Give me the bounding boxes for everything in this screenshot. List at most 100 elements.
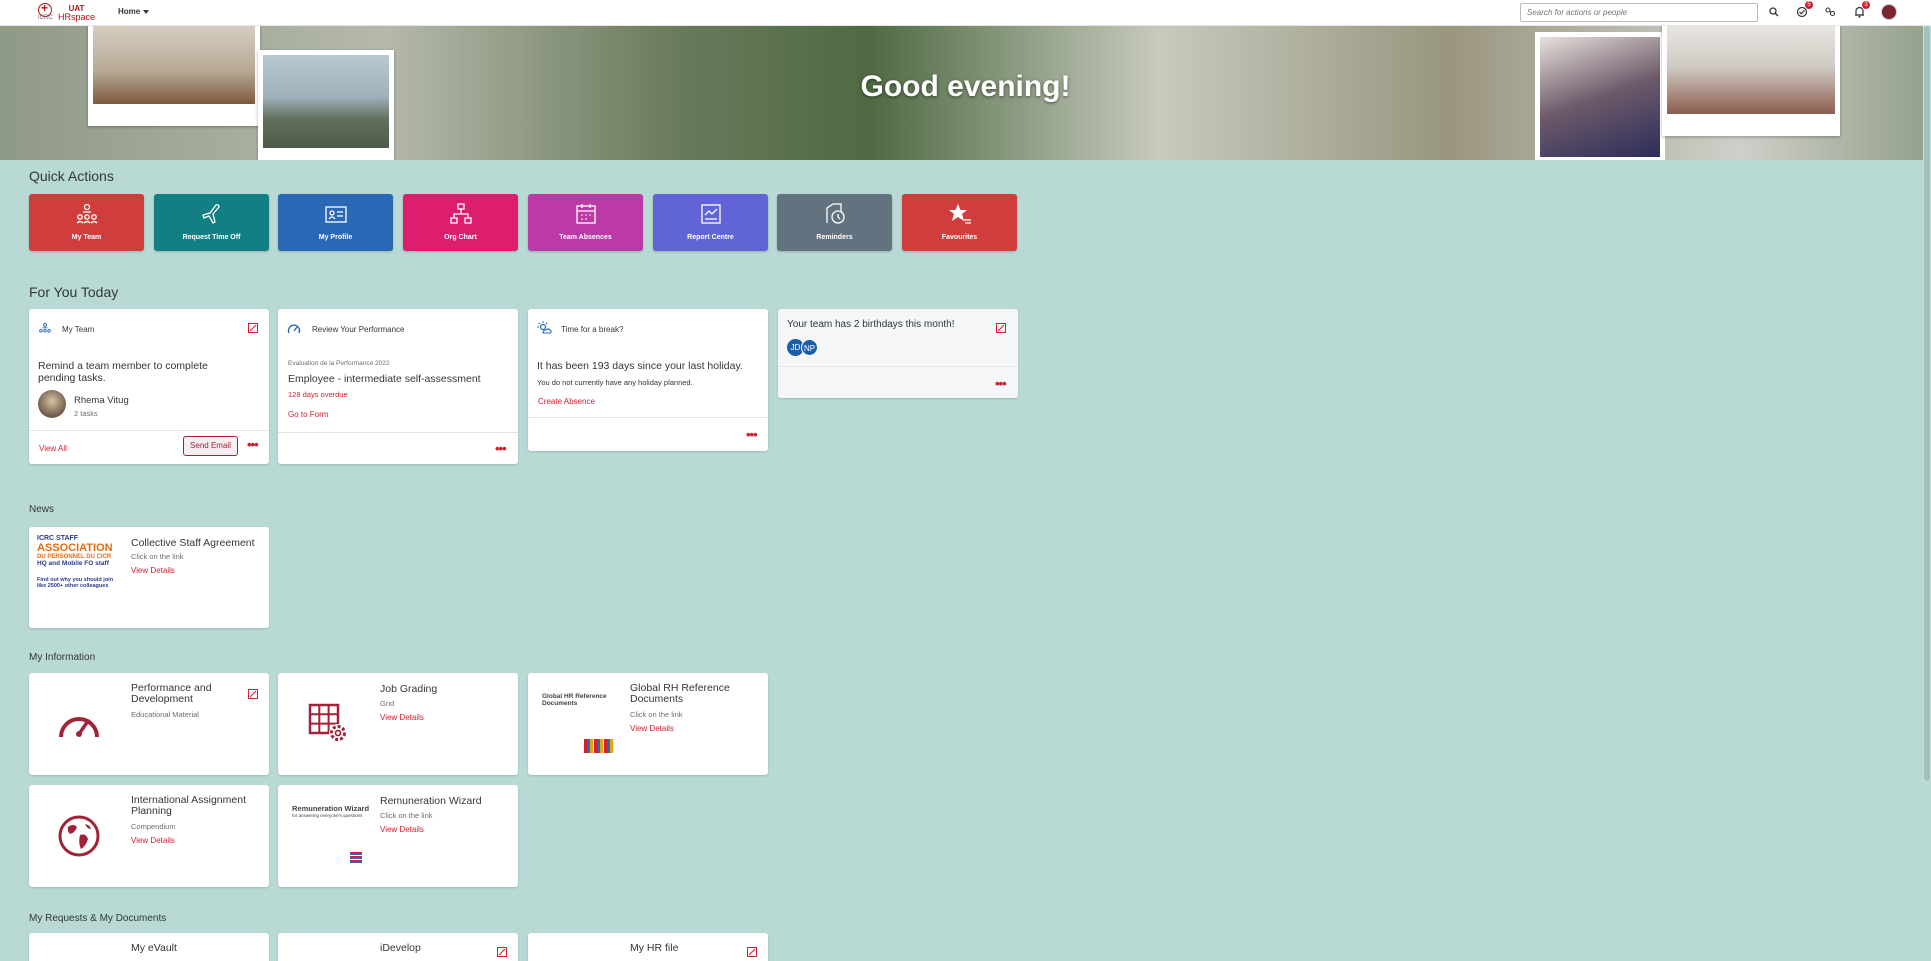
- logo-text: ICRC: [38, 15, 53, 21]
- shell-bar: ICRC UAT HRspace Home 5 3: [0, 0, 1931, 26]
- home-menu[interactable]: Home: [118, 7, 150, 16]
- gauge-icon: [287, 324, 301, 334]
- info-card-performance-development[interactable]: Performance and Development Educational …: [29, 673, 269, 775]
- app-logo[interactable]: ICRC UAT HRspace: [38, 1, 95, 23]
- profile-card-icon: [325, 206, 347, 223]
- expand-icon[interactable]: [248, 689, 258, 699]
- calendar-icon: [576, 204, 596, 224]
- team-icon: [76, 203, 98, 224]
- hero-photo-boat: [258, 50, 394, 160]
- expand-icon[interactable]: [996, 323, 1006, 333]
- view-details-link[interactable]: View Details: [380, 825, 424, 834]
- request-card-title: My eVault: [131, 942, 177, 954]
- view-details-link[interactable]: View Details: [380, 713, 424, 722]
- page-scrollbar[interactable]: [1923, 26, 1931, 781]
- quick-action-my-team[interactable]: My Team: [29, 194, 144, 251]
- info-card-remuneration-wizard[interactable]: Remuneration Wizard for answering everyo…: [278, 785, 518, 887]
- more-options-icon[interactable]: •••: [746, 427, 758, 442]
- holiday-text: You do not currently have any holiday pl…: [537, 378, 693, 387]
- info-card-subtitle: Click on the link: [380, 811, 433, 820]
- search-input[interactable]: [1520, 3, 1758, 22]
- view-details-link[interactable]: View Details: [131, 836, 175, 845]
- request-card-idevelop[interactable]: iDevelop: [278, 933, 518, 961]
- view-all-link[interactable]: View All: [39, 444, 67, 453]
- chevron-down-icon: [143, 9, 150, 14]
- staff-association-image: ICRC STAFF ASSOCIATION DU PERSONNEL DU C…: [37, 535, 121, 621]
- search-button[interactable]: [1767, 5, 1781, 19]
- quick-action-my-profile[interactable]: My Profile: [278, 194, 393, 251]
- divider: [29, 430, 269, 431]
- more-options-icon[interactable]: •••: [495, 441, 507, 456]
- info-card-job-grading[interactable]: Job Grading Grid View Details: [278, 673, 518, 775]
- for-you-today-title: For You Today: [29, 284, 119, 300]
- image-text: ASSOCIATION: [37, 542, 113, 554]
- quick-action-favourites[interactable]: Favourites: [902, 194, 1017, 251]
- star-list-icon: [949, 204, 971, 224]
- birthdays-card: Your team has 2 birthdays this month! JD…: [778, 309, 1018, 398]
- hero-banner: Good evening!: [0, 26, 1931, 160]
- image-text: Global HR Reference Documents: [542, 693, 607, 707]
- my-information-title: My Information: [29, 652, 96, 663]
- grid-gear-icon: [308, 703, 347, 742]
- my-team-reminder-text: Remind a team member to complete pending…: [38, 360, 208, 384]
- quick-action-label: Org Chart: [444, 234, 477, 241]
- quick-action-request-time-off[interactable]: Request Time Off: [154, 194, 269, 251]
- quick-action-team-absences[interactable]: Team Absences: [528, 194, 643, 251]
- request-card-evault[interactable]: My eVault: [29, 933, 269, 961]
- todo-button[interactable]: 5: [1795, 1, 1813, 19]
- info-card-subtitle: Compendium: [131, 822, 176, 831]
- notifications-button[interactable]: 3: [1852, 1, 1870, 19]
- news-title: News: [29, 504, 55, 515]
- create-absence-link[interactable]: Create Absence: [538, 397, 595, 406]
- image-text: like 2500+ other colleagues: [37, 583, 109, 589]
- news-item-subtitle: Click on the link: [131, 552, 184, 561]
- quick-action-report-centre[interactable]: Report Centre: [653, 194, 768, 251]
- expand-icon[interactable]: [747, 947, 757, 957]
- news-card-staff-agreement[interactable]: ICRC STAFF ASSOCIATION DU PERSONNEL DU C…: [29, 527, 269, 628]
- performance-title: Employee - intermediate self-assessment: [288, 373, 481, 385]
- org-chart-icon: [450, 203, 472, 224]
- my-requests-title: My Requests & My Documents: [29, 913, 167, 924]
- scrollbar-thumb[interactable]: [1924, 26, 1930, 781]
- books-icon: [584, 739, 614, 753]
- quick-action-label: My Team: [71, 234, 102, 241]
- expand-icon[interactable]: [248, 323, 258, 333]
- performance-subtitle: Evaluation de la Performance 2022: [288, 360, 390, 367]
- info-card-title: Remuneration Wizard: [380, 795, 482, 807]
- info-card-global-rh-reference[interactable]: Global HR Reference Documents Global RH …: [528, 673, 768, 775]
- speedometer-icon: [59, 717, 99, 738]
- info-card-subtitle: Educational Material: [131, 710, 199, 719]
- quick-action-label: Favourites: [941, 234, 978, 241]
- more-options-icon[interactable]: •••: [247, 437, 259, 452]
- time-for-break-card: Time for a break? It has been 193 days s…: [528, 309, 768, 451]
- request-card-hr-file[interactable]: My HR file: [528, 933, 768, 961]
- team-dev-button[interactable]: [1823, 5, 1837, 19]
- send-email-button[interactable]: Send Email: [183, 436, 238, 456]
- expand-icon[interactable]: [497, 947, 507, 957]
- info-card-title: Global RH Reference Documents: [630, 682, 730, 705]
- sun-cloud-icon: [537, 321, 552, 334]
- go-to-form-link[interactable]: Go to Form: [288, 410, 328, 419]
- view-details-link[interactable]: View Details: [131, 566, 175, 575]
- user-avatar[interactable]: [1881, 4, 1897, 20]
- info-card-international-assignment[interactable]: International Assignment Planning Compen…: [29, 785, 269, 887]
- news-item-title: Collective Staff Agreement: [131, 537, 255, 549]
- request-card-title: iDevelop: [380, 942, 421, 954]
- my-team-card: My Team Remind a team member to complete…: [29, 309, 269, 464]
- card-header: My Team: [62, 325, 95, 334]
- quick-action-org-chart[interactable]: Org Chart: [403, 194, 518, 251]
- card-header: Review Your Performance: [312, 325, 405, 334]
- more-options-icon[interactable]: •••: [995, 376, 1007, 391]
- divider: [278, 432, 518, 433]
- divider: [778, 366, 1018, 367]
- quick-action-reminders[interactable]: Reminders: [777, 194, 892, 251]
- notifications-badge: 3: [1862, 1, 1870, 9]
- globe-icon: [58, 815, 100, 857]
- quick-action-label: Team Absences: [559, 234, 612, 241]
- card-header: Time for a break?: [561, 325, 624, 334]
- person-avatar: [38, 390, 66, 418]
- birthday-avatar[interactable]: NP: [801, 339, 818, 356]
- view-details-link[interactable]: View Details: [630, 724, 674, 733]
- quick-action-label: Report Centre: [687, 234, 734, 241]
- greeting-text: Good evening!: [860, 70, 1071, 103]
